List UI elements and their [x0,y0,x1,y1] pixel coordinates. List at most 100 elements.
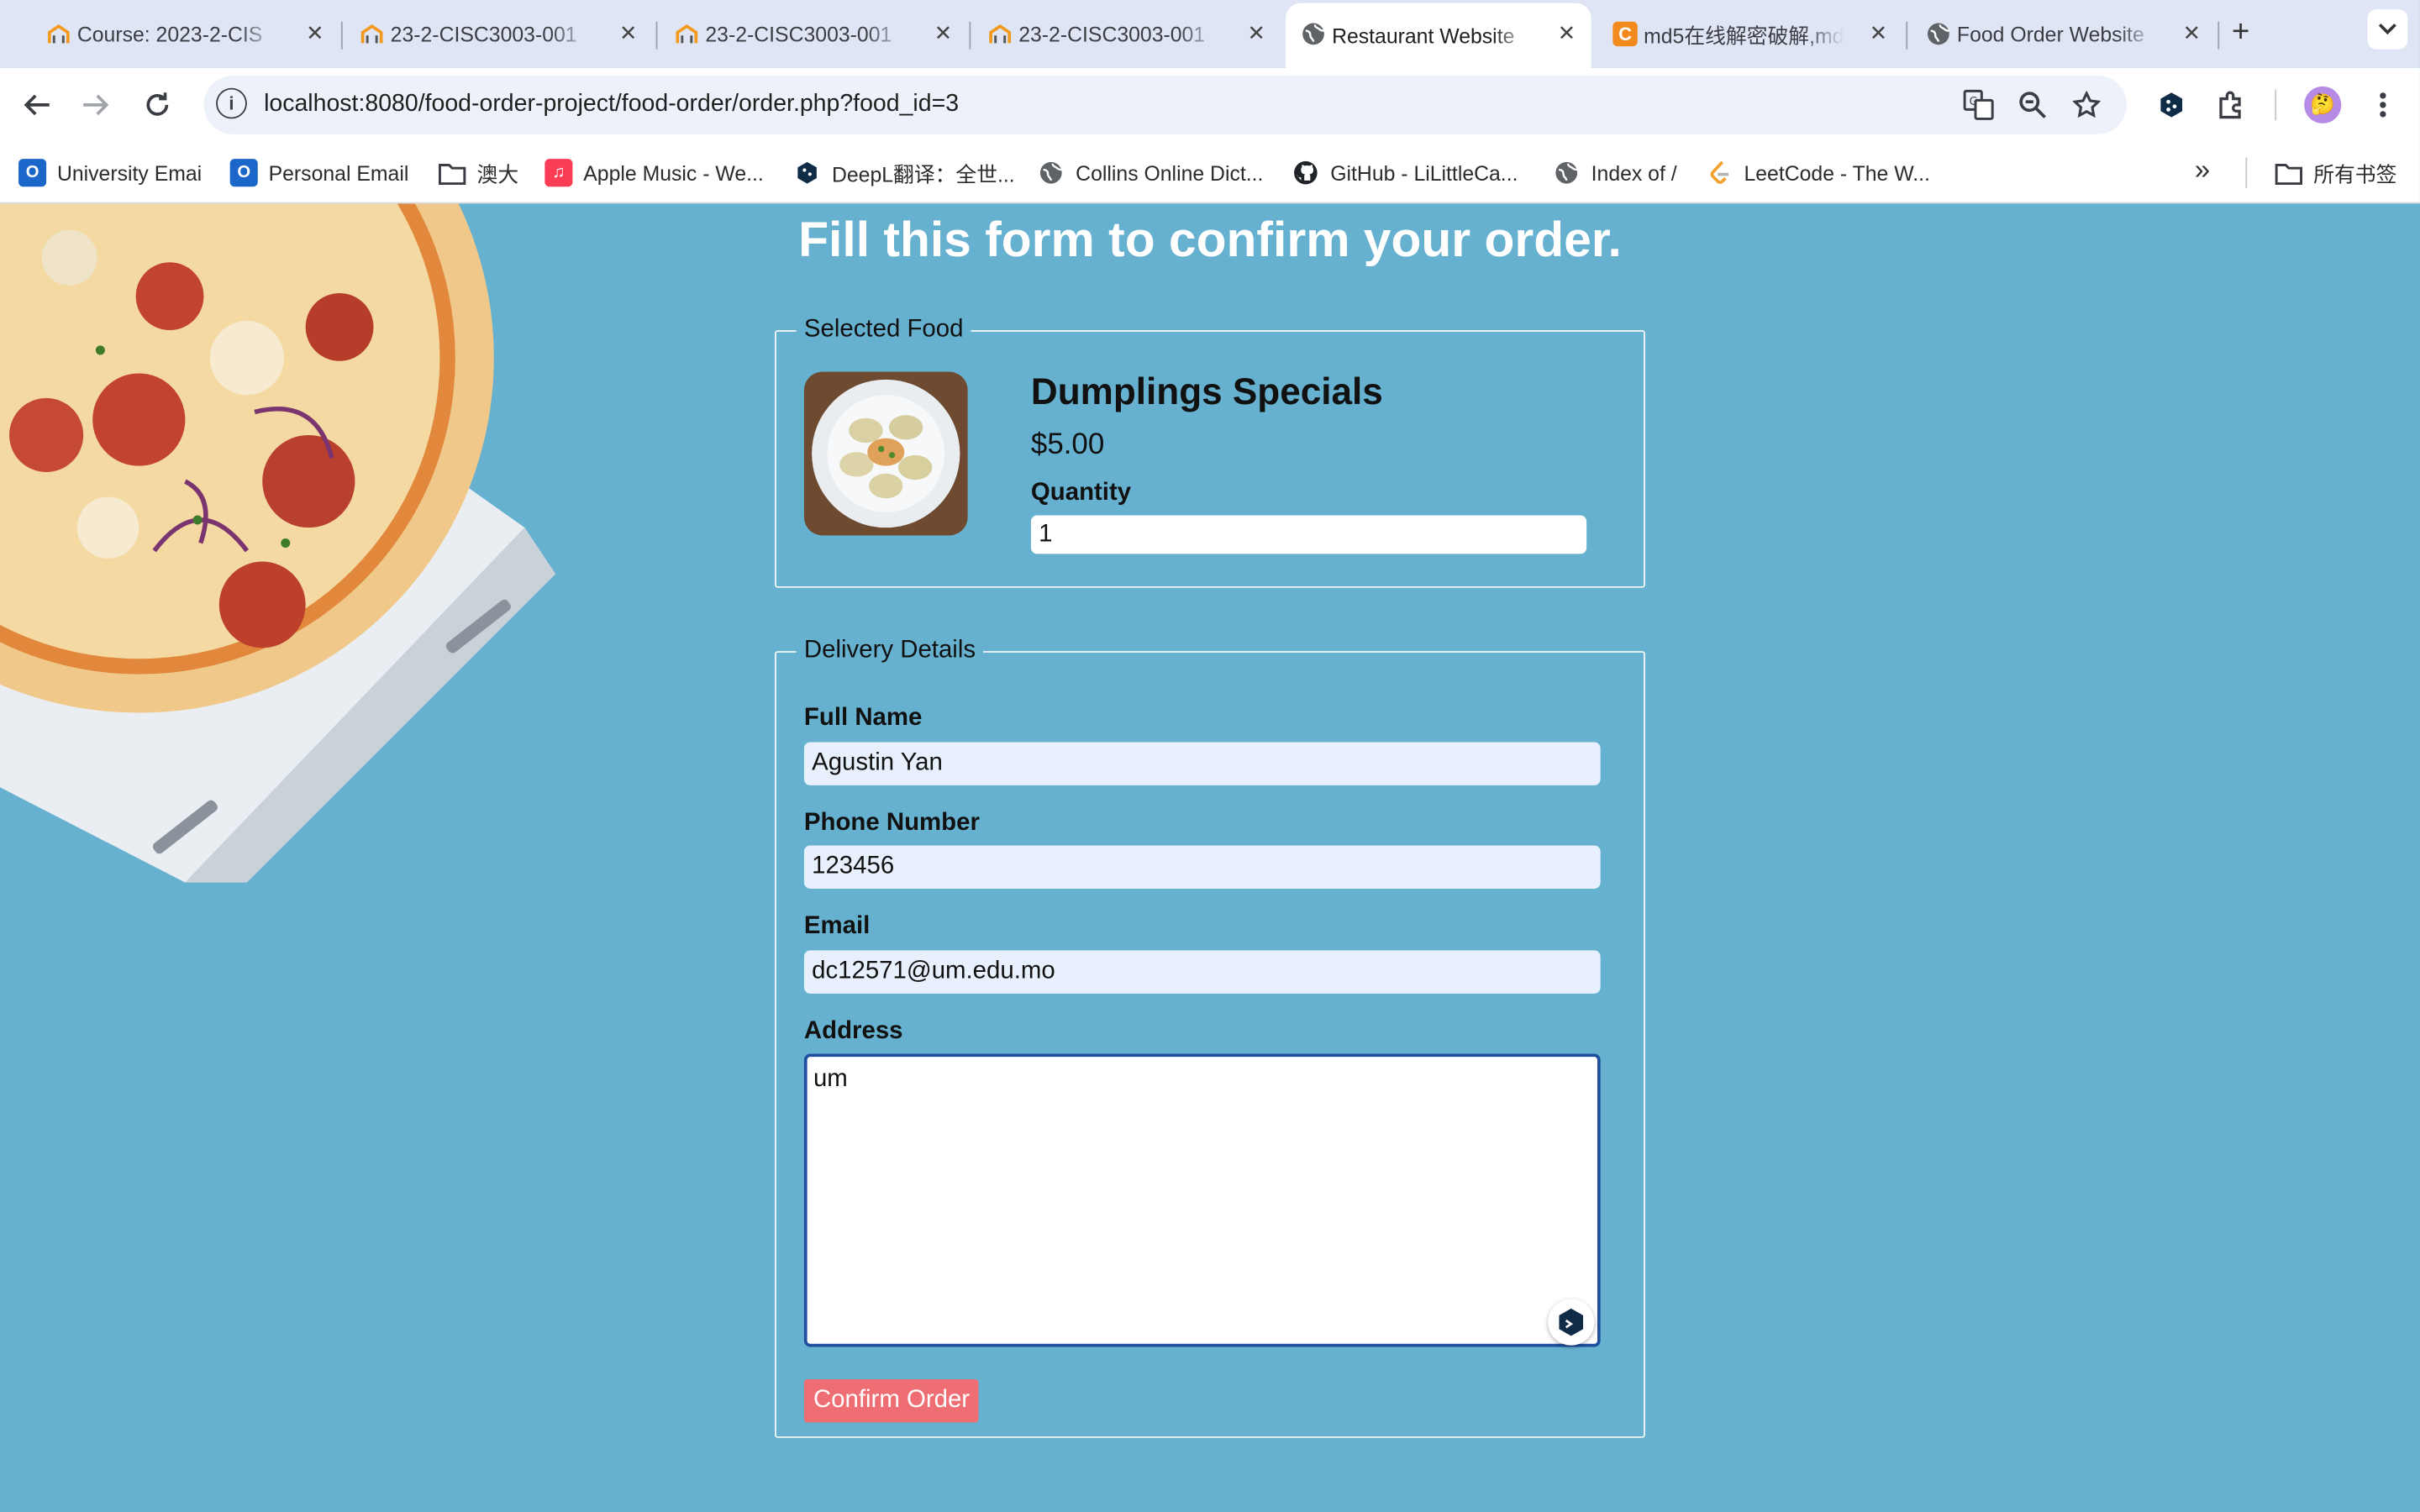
tab-title: Food Order Website [1956,22,2144,46]
address-textarea[interactable]: um [803,1053,1601,1347]
kebab-menu-icon[interactable] [2365,87,2402,123]
full-name-label: Full Name [803,705,923,732]
tab-separator [969,21,971,50]
moodle-icon [46,22,71,46]
tab-cisc3003-3[interactable]: 23-2-CISC3003-001 ✕ [972,9,1281,59]
tab-separator [1906,21,1908,50]
url-path: :8080/food-order-project/food-order/orde… [358,91,960,118]
bookmark-folder-umac[interactable]: 澳大 [438,157,519,188]
globe-icon [1301,22,1325,46]
close-icon[interactable]: ✕ [306,20,324,46]
bookmarks-divider [2245,157,2248,189]
address-label: Address [803,1018,903,1045]
bookmark-label: Index of / [1591,160,1677,185]
delivery-details-fieldset: Delivery Details Full Name Phone Number … [775,637,1645,1438]
email-label: Email [803,913,871,940]
more-bookmarks-chevron-icon[interactable]: » [2195,155,2210,187]
tab-title: 23-2-CISC3003-001 [390,22,577,46]
confirm-order-button[interactable]: Confirm Order [803,1379,980,1423]
selected-food-legend: Selected Food [803,316,964,343]
tab-md5[interactable]: C md5在线解密破解,md5 ✕ [1597,9,1903,59]
bookmark-label: 所有书签 [2313,163,2397,187]
new-tab-icon[interactable]: + [2232,15,2249,50]
bookmark-label: Personal Email [268,160,409,185]
extensions-puzzle-icon[interactable] [2213,87,2250,123]
url-host: localhost [264,91,359,118]
bookmark-personal-email[interactable]: O Personal Email [229,157,409,188]
outlook-icon: O [229,159,258,187]
food-image [803,371,968,536]
bookmark-star-icon[interactable] [2071,90,2102,121]
deepl-icon [793,159,821,186]
bookmark-label: Collins Online Dict... [1076,160,1264,185]
bookmark-index[interactable]: Index of / [1553,157,1677,188]
close-icon[interactable]: ✕ [1248,20,1266,46]
bookmark-deepl[interactable]: DeepL翻译：全世... [793,157,1015,188]
tab-cisc3003-2[interactable]: 23-2-CISC3003-001 ✕ [659,9,967,59]
globe-icon [1926,22,1950,46]
tab-cisc3003-1[interactable]: 23-2-CISC3003-001 ✕ [345,9,653,59]
close-icon[interactable]: ✕ [934,20,953,46]
close-icon[interactable]: ✕ [1558,20,1576,46]
cmd5-icon: C [1612,21,1638,47]
translate-icon[interactable]: G [1963,89,1994,121]
food-name: Dumplings Specials [1030,371,1383,414]
bookmark-label: University Emai [56,160,203,185]
tab-course[interactable]: Course: 2023-2-CIS ✕ [31,9,339,59]
bookmark-label: GitHub - LiLittleCa... [1330,160,1518,185]
bookmark-label: 澳大 [476,163,519,187]
all-bookmarks-folder[interactable]: 所有书签 [2275,157,2396,188]
tab-strip: Course: 2023-2-CIS ✕ 23-2-CISC3003-001 ✕… [0,0,2420,68]
bookmark-university-email[interactable]: O University Emai [18,157,202,188]
order-page: Fill this form to confirm your order. Se… [0,203,2420,1512]
tab-search-chevron-icon[interactable] [2367,9,2408,50]
address-bar[interactable]: i localhost:8080/food-order-project/food… [203,75,2127,134]
bookmark-leetcode[interactable]: LeetCode - The W... [1706,157,1930,188]
full-name-input[interactable] [803,742,1601,785]
bookmark-github[interactable]: GitHub - LiLittleCa... [1292,157,1518,188]
bookmark-apple-music[interactable]: ♫ Apple Music - We... [544,157,764,188]
selected-food-fieldset: Selected Food Dumplings Specials $5.00 Q… [775,316,1645,588]
phone-number-input[interactable] [803,845,1601,889]
deepl-extension-icon[interactable] [2153,87,2190,123]
reload-icon[interactable] [139,87,176,123]
zoom-icon[interactable] [2018,90,2049,121]
quantity-input[interactable] [1030,515,1587,554]
bookmark-label: LeetCode - The W... [1744,160,1930,185]
deepl-write-icon[interactable] [1548,1299,1595,1346]
profile-avatar[interactable]: 🤔 [2304,86,2342,123]
back-arrow-icon[interactable] [18,87,55,123]
globe-icon [1553,159,1581,186]
leetcode-icon [1706,159,1733,186]
bookmark-label: Apple Music - We... [583,160,764,185]
forward-arrow-icon[interactable] [77,87,114,123]
tab-restaurant-website[interactable]: Restaurant Website ✕ [1285,3,1591,68]
close-icon[interactable]: ✕ [2183,20,2202,46]
tab-separator [655,21,658,50]
tab-title: Course: 2023-2-CIS [76,22,263,46]
quantity-label: Quantity [1030,480,1132,507]
bookmarks-bar: O University Emai O Personal Email 澳大 ♫ … [0,141,2420,204]
close-icon[interactable]: ✕ [619,20,638,46]
url-text: localhost:8080/food-order-project/food-o… [264,91,959,118]
site-info-icon[interactable]: i [216,87,247,119]
bookmark-label: DeepL翻译：全世... [831,163,1015,187]
tab-title: 23-2-CISC3003-001 [1018,22,1206,46]
folder-icon [2275,159,2302,186]
moodle-icon [987,22,1012,46]
tab-separator [340,21,343,50]
moodle-icon [675,22,699,46]
svg-text:G: G [1970,96,1978,108]
browser-toolbar: i localhost:8080/food-order-project/food… [0,67,2420,142]
tab-title: Restaurant Website [1332,24,1515,48]
pizza-background-image [0,203,556,883]
close-icon[interactable]: ✕ [1870,20,1888,46]
food-price: $5.00 [1030,428,1105,462]
tab-food-order-website[interactable]: Food Order Website ✕ [1911,9,2217,59]
folder-icon [438,159,466,186]
bookmark-collins[interactable]: Collins Online Dict... [1037,157,1263,188]
tab-title: 23-2-CISC3003-001 [705,22,892,46]
email-input[interactable] [803,950,1601,994]
delivery-details-legend: Delivery Details [803,637,976,664]
apple-music-icon: ♫ [544,159,573,187]
